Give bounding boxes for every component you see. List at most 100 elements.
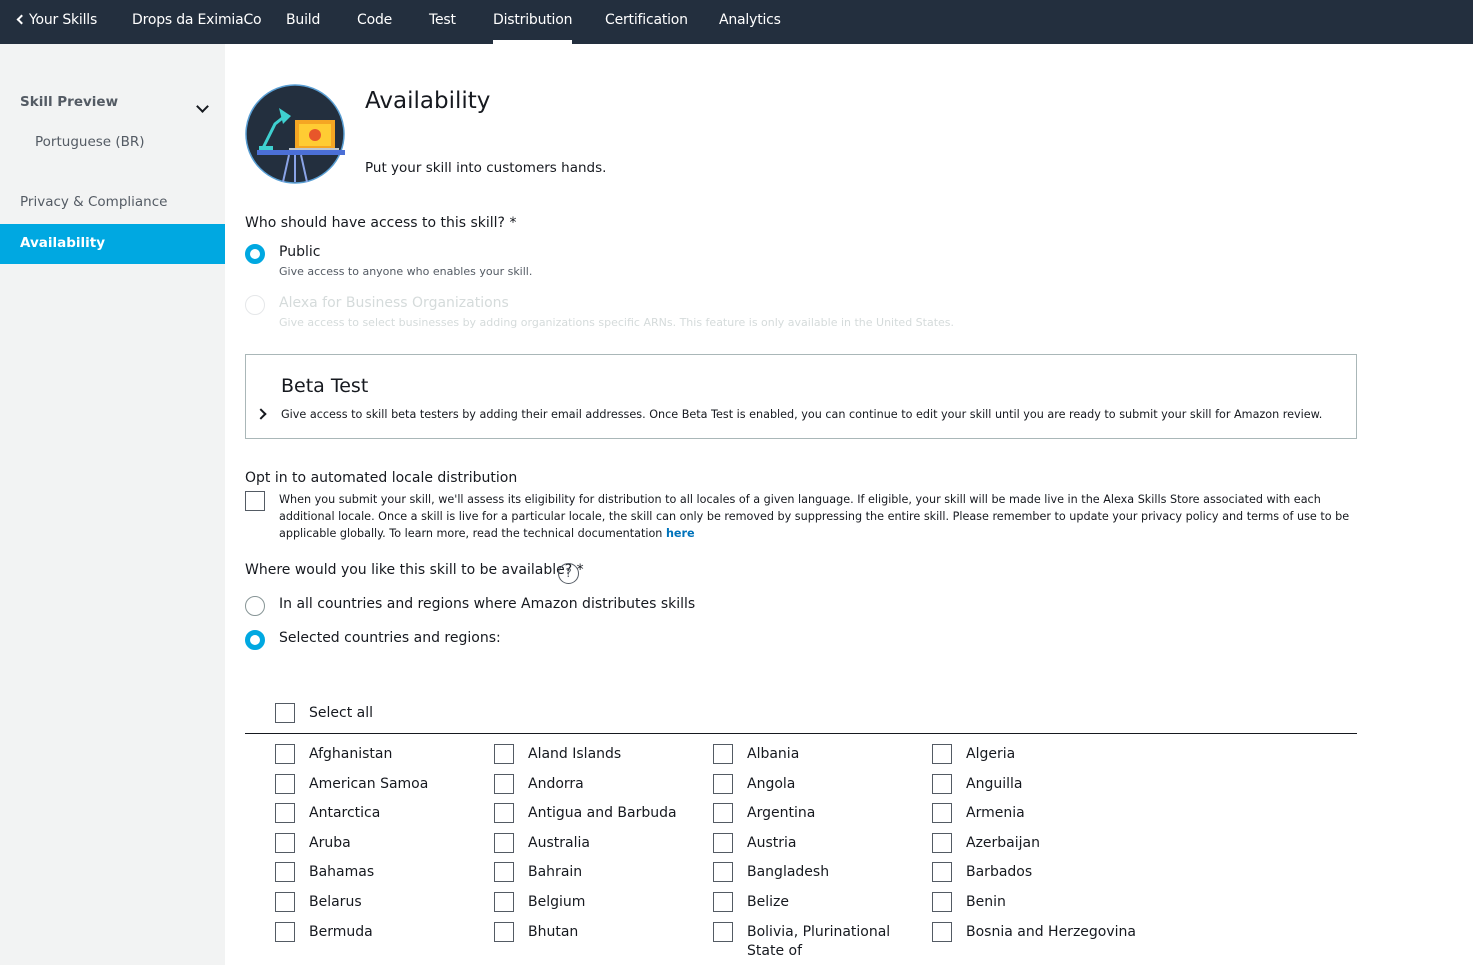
all-countries-radio[interactable] (245, 596, 265, 616)
checkbox-box[interactable] (494, 744, 514, 764)
country-checkbox-item[interactable]: Aland Islands (494, 743, 699, 765)
checkbox-box[interactable] (275, 703, 295, 723)
country-checkbox-item[interactable]: Austria (713, 832, 918, 854)
page-subtitle: Put your skill into customers hands. (365, 160, 607, 176)
country-label: Afghanistan (309, 746, 393, 762)
country-checkbox-item[interactable]: Belize (713, 891, 918, 913)
checkbox-box[interactable] (494, 892, 514, 912)
sidebar-item-locale[interactable]: Portuguese (BR) (0, 134, 225, 156)
checkbox-box[interactable] (275, 774, 295, 794)
checkbox-box[interactable] (932, 803, 952, 823)
country-checkbox-item[interactable]: Aruba (275, 832, 480, 854)
checkbox-box[interactable] (275, 922, 295, 942)
checkbox-box[interactable] (713, 922, 733, 942)
checkbox-box[interactable] (713, 803, 733, 823)
country-label: Azerbaijan (966, 835, 1040, 851)
select-all-checkbox[interactable]: Select all (275, 702, 475, 724)
checkbox-box[interactable] (494, 833, 514, 853)
country-checkbox-item[interactable]: Argentina (713, 802, 918, 824)
checkbox-box[interactable] (494, 922, 514, 942)
chevron-right-icon[interactable] (255, 408, 267, 420)
sidebar: Skill Preview Portuguese (BR) Privacy & … (0, 44, 225, 965)
country-checkbox-item[interactable]: Anguilla (932, 773, 1137, 795)
country-label: American Samoa (309, 776, 429, 792)
checkbox-box[interactable] (932, 774, 952, 794)
checkbox-box[interactable] (713, 892, 733, 912)
all-countries-label: In all countries and regions where Amazo… (279, 596, 696, 612)
country-checkbox-item[interactable]: Bhutan (494, 921, 699, 943)
nav-tab-test[interactable]: Test (429, 0, 456, 44)
checkbox-box[interactable] (932, 744, 952, 764)
beta-test-panel[interactable]: Beta Test Give access to skill beta test… (245, 354, 1357, 439)
country-label: Anguilla (966, 776, 1023, 792)
optin-title: Opt in to automated locale distribution (245, 470, 518, 486)
country-checkbox-item[interactable]: Armenia (932, 802, 1137, 824)
country-checkbox-item[interactable]: Albania (713, 743, 918, 765)
business-description: Give access to select businesses by addi… (279, 316, 955, 329)
country-checkbox-item[interactable]: Andorra (494, 773, 699, 795)
country-checkbox-item[interactable]: Bangladesh (713, 861, 918, 883)
back-label: Your Skills (29, 12, 98, 28)
checkbox-box[interactable] (275, 803, 295, 823)
checkbox-box[interactable] (932, 922, 952, 942)
nav-tab-code[interactable]: Code (357, 0, 392, 44)
country-checkbox-item[interactable]: American Samoa (275, 773, 480, 795)
checkbox-box[interactable] (275, 892, 295, 912)
country-checkbox-item[interactable]: Bahamas (275, 861, 480, 883)
country-checkbox-item[interactable]: Benin (932, 891, 1137, 913)
checkbox-box[interactable] (275, 744, 295, 764)
country-checkbox-item[interactable]: Bolivia, Plurinational State of (713, 921, 918, 959)
checkbox-box[interactable] (494, 774, 514, 794)
divider (245, 733, 1357, 734)
country-checkbox-item[interactable]: Barbados (932, 861, 1137, 883)
country-checkbox-item[interactable]: Antarctica (275, 802, 480, 824)
nav-tab-build[interactable]: Build (286, 0, 320, 44)
sidebar-item-skill-preview[interactable]: Skill Preview (0, 94, 225, 116)
nav-tab-skill-name[interactable]: Drops da EximiaCo (132, 0, 262, 44)
country-label: Andorra (528, 776, 584, 792)
availability-illustration (245, 84, 345, 184)
country-label: Armenia (966, 805, 1025, 821)
country-checkbox-item[interactable]: Azerbaijan (932, 832, 1137, 854)
country-checkbox-item[interactable]: Belgium (494, 891, 699, 913)
sidebar-item-privacy[interactable]: Privacy & Compliance (0, 194, 225, 216)
country-checkbox-item[interactable]: Bahrain (494, 861, 699, 883)
optin-checkbox[interactable] (245, 491, 265, 511)
checkbox-box[interactable] (932, 892, 952, 912)
public-label: Public (279, 244, 321, 260)
checkbox-box[interactable] (713, 744, 733, 764)
nav-tab-distribution[interactable]: Distribution (493, 0, 573, 44)
checkbox-box[interactable] (713, 774, 733, 794)
checkbox-box[interactable] (713, 833, 733, 853)
country-label: Bhutan (528, 924, 579, 940)
checkbox-box[interactable] (494, 803, 514, 823)
country-label: Antigua and Barbuda (528, 805, 677, 821)
country-checkbox-item[interactable]: Bermuda (275, 921, 480, 943)
country-label: Australia (528, 835, 590, 851)
documentation-link[interactable]: here (666, 527, 695, 540)
country-checkbox-item[interactable]: Antigua and Barbuda (494, 802, 699, 824)
country-checkbox-item[interactable]: Angola (713, 773, 918, 795)
optin-text: When you submit your skill, we'll assess… (279, 493, 1350, 540)
sidebar-item-label: Portuguese (BR) (35, 134, 145, 150)
back-to-skills-link[interactable]: Your Skills (16, 0, 98, 44)
checkbox-box[interactable] (932, 833, 952, 853)
country-checkbox-item[interactable]: Algeria (932, 743, 1137, 765)
country-checkbox-item[interactable]: Belarus (275, 891, 480, 913)
help-icon[interactable]: ? (558, 563, 579, 584)
checkbox-box[interactable] (713, 862, 733, 882)
chevron-down-icon[interactable] (196, 100, 209, 113)
country-checkbox-item[interactable]: Australia (494, 832, 699, 854)
nav-tab-certification[interactable]: Certification (605, 0, 688, 44)
checkbox-box[interactable] (275, 862, 295, 882)
checkbox-box[interactable] (275, 833, 295, 853)
checkbox-box[interactable] (932, 862, 952, 882)
selected-countries-radio[interactable] (245, 630, 265, 650)
public-radio[interactable] (245, 244, 265, 264)
beta-test-title: Beta Test (281, 375, 369, 397)
checkbox-box[interactable] (494, 862, 514, 882)
nav-tab-analytics[interactable]: Analytics (719, 0, 781, 44)
country-checkbox-item[interactable]: Bosnia and Herzegovina (932, 921, 1137, 943)
sidebar-item-availability[interactable]: Availability (0, 224, 225, 264)
country-checkbox-item[interactable]: Afghanistan (275, 743, 480, 765)
